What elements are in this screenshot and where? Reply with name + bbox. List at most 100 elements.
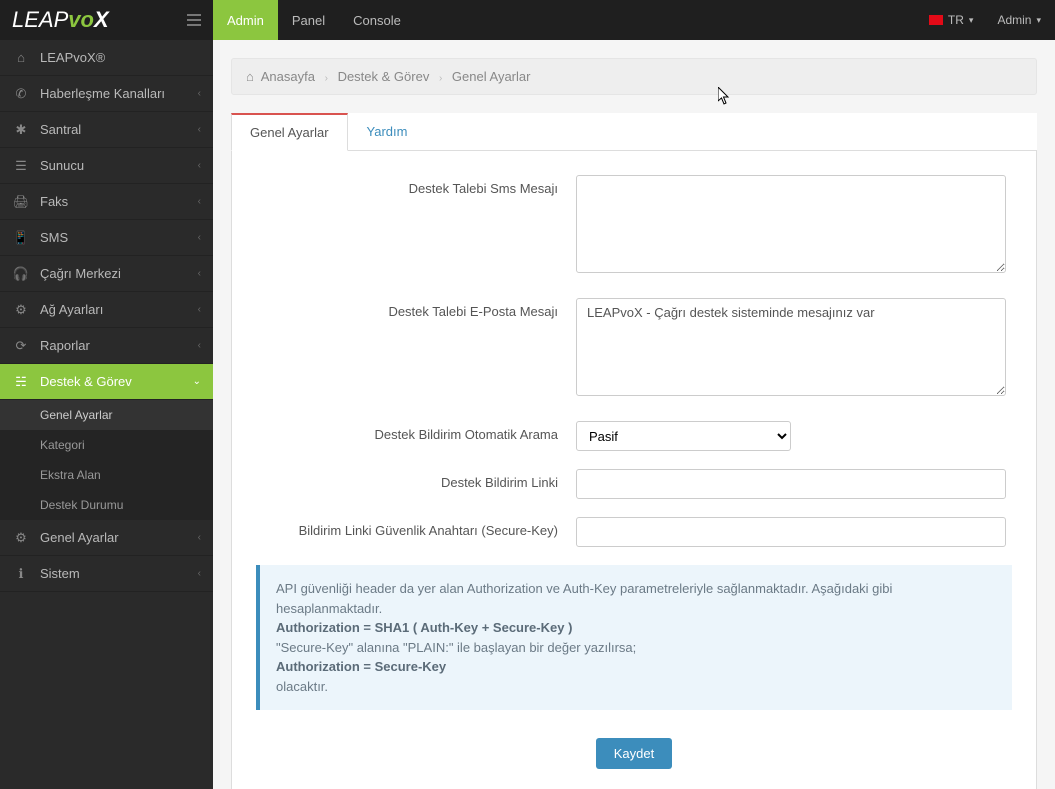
- chevron-left-icon: ‹: [198, 88, 201, 99]
- sidebar-item-label: LEAPvoX®: [40, 50, 105, 65]
- flag-icon: [929, 15, 943, 25]
- chevron-left-icon: ‹: [198, 568, 201, 579]
- topnav-console[interactable]: Console: [339, 0, 415, 40]
- sidebar-item-leapvox[interactable]: ⌂ LEAPvoX®: [0, 40, 213, 76]
- sidebar-item-callcenter[interactable]: 🎧 Çağrı Merkezi ‹: [0, 256, 213, 292]
- sidebar-item-server[interactable]: ☰ Sunucu ‹: [0, 148, 213, 184]
- logo-vo: vo: [68, 7, 94, 32]
- chevron-left-icon: ‹: [198, 124, 201, 135]
- sidebar: ⌂ LEAPvoX® ✆ Haberleşme Kanalları ‹ ✱ Sa…: [0, 40, 213, 789]
- actions: Kaydet: [256, 728, 1012, 779]
- chevron-down-icon: ▾: [1036, 15, 1041, 26]
- sidebar-item-pbx[interactable]: ✱ Santral ‹: [0, 112, 213, 148]
- chevron-down-icon: ⌄: [193, 376, 201, 387]
- breadcrumb-section[interactable]: Destek & Görev: [338, 69, 430, 84]
- row-autocall: Destek Bildirim Otomatik Arama Pasif: [256, 421, 1012, 451]
- hamburger-icon[interactable]: [187, 14, 213, 26]
- info-line-5: olacaktır.: [276, 677, 996, 697]
- home-icon: ⌂: [246, 69, 254, 84]
- user-menu[interactable]: Admin ▾: [983, 13, 1055, 27]
- label-sms: Destek Talebi Sms Mesajı: [256, 175, 576, 196]
- sidebar-item-label: Sistem: [40, 566, 80, 581]
- save-button[interactable]: Kaydet: [596, 738, 672, 769]
- chevron-left-icon: ‹: [198, 232, 201, 243]
- sidebar-item-reports[interactable]: ⟳ Raporlar ‹: [0, 328, 213, 364]
- refresh-icon: ⟳: [12, 338, 30, 354]
- sidebar-item-label: Santral: [40, 122, 81, 137]
- sidebar-item-sms[interactable]: 📱 SMS ‹: [0, 220, 213, 256]
- phone-icon: ✆: [12, 86, 30, 102]
- home-icon: ⌂: [12, 50, 30, 65]
- settings-panel: Destek Talebi Sms Mesajı Destek Talebi E…: [231, 151, 1037, 789]
- select-autocall[interactable]: Pasif: [576, 421, 791, 451]
- sidebar-item-network[interactable]: ⚙ Ağ Ayarları ‹: [0, 292, 213, 328]
- input-email[interactable]: LEAPvoX - Çağrı destek sisteminde mesajı…: [576, 298, 1006, 396]
- mobile-icon: 📱: [12, 230, 30, 246]
- sidebar-item-system[interactable]: ℹ Sistem ‹: [0, 556, 213, 592]
- sidebar-sub-status[interactable]: Destek Durumu: [0, 490, 213, 520]
- chevron-left-icon: ‹: [198, 268, 201, 279]
- topnav-admin[interactable]: Admin: [213, 0, 278, 40]
- topnav: Admin Panel Console: [213, 0, 415, 40]
- main-content: ⌂ Anasayfa › Destek & Görev › Genel Ayar…: [213, 40, 1055, 789]
- tabs: Genel Ayarlar Yardım: [231, 113, 1037, 151]
- sidebar-item-label: Sunucu: [40, 158, 84, 173]
- sidebar-item-channels[interactable]: ✆ Haberleşme Kanalları ‹: [0, 76, 213, 112]
- input-sms[interactable]: [576, 175, 1006, 273]
- breadcrumb-leaf: Genel Ayarlar: [452, 69, 531, 84]
- sidebar-sub-extra[interactable]: Ekstra Alan: [0, 460, 213, 490]
- sidebar-item-label: Ağ Ayarları: [40, 302, 103, 317]
- logo-leap: LEAP: [12, 7, 68, 32]
- row-secure: Bildirim Linki Güvenlik Anahtarı (Secure…: [256, 517, 1012, 547]
- sidebar-item-label: Çağrı Merkezi: [40, 266, 121, 281]
- topbar-right: TR ▾ Admin ▾: [919, 0, 1055, 40]
- chevron-down-icon: ▾: [969, 15, 974, 26]
- input-secure[interactable]: [576, 517, 1006, 547]
- sidebar-item-label: Faks: [40, 194, 68, 209]
- sidebar-submenu: Genel Ayarlar Kategori Ekstra Alan Deste…: [0, 400, 213, 520]
- sidebar-item-fax[interactable]: 🖨 Faks ‹: [0, 184, 213, 220]
- logo-area: LEAPvoX: [0, 0, 213, 40]
- sidebar-item-label: SMS: [40, 230, 68, 245]
- row-link: Destek Bildirim Linki: [256, 469, 1012, 499]
- breadcrumb: ⌂ Anasayfa › Destek & Görev › Genel Ayar…: [231, 58, 1037, 95]
- tasks-icon: ☵: [12, 374, 30, 390]
- topnav-panel[interactable]: Panel: [278, 0, 339, 40]
- chevron-left-icon: ‹: [198, 304, 201, 315]
- topbar: LEAPvoX Admin Panel Console TR ▾ Admin ▾: [0, 0, 1055, 40]
- sidebar-item-label: Raporlar: [40, 338, 90, 353]
- info-line-2: Authorization = SHA1 ( Auth-Key + Secure…: [276, 618, 996, 638]
- sidebar-item-label: Haberleşme Kanalları: [40, 86, 165, 101]
- network-icon: ⚙: [12, 302, 30, 318]
- user-name: Admin: [997, 13, 1031, 27]
- chevron-left-icon: ‹: [198, 196, 201, 207]
- logo[interactable]: LEAPvoX: [12, 7, 109, 33]
- language-code: TR: [948, 13, 964, 27]
- label-link: Destek Bildirim Linki: [256, 469, 576, 490]
- language-switcher[interactable]: TR ▾: [919, 13, 984, 27]
- info-line-1: API güvenliği header da yer alan Authori…: [276, 579, 996, 618]
- server-icon: ☰: [12, 158, 30, 174]
- tab-general[interactable]: Genel Ayarlar: [231, 113, 348, 151]
- headset-icon: 🎧: [12, 266, 30, 282]
- info-box: API güvenliği header da yer alan Authori…: [256, 565, 1012, 710]
- sidebar-item-label: Genel Ayarlar: [40, 530, 119, 545]
- label-email: Destek Talebi E-Posta Mesajı: [256, 298, 576, 319]
- info-line-4: Authorization = Secure-Key: [276, 657, 996, 677]
- breadcrumb-sep: ›: [439, 73, 442, 84]
- sidebar-sub-general[interactable]: Genel Ayarlar: [0, 400, 213, 430]
- breadcrumb-home[interactable]: Anasayfa: [261, 69, 315, 84]
- tab-help[interactable]: Yardım: [348, 113, 427, 151]
- info-line-3: "Secure-Key" alanına "PLAIN:" ile başlay…: [276, 638, 996, 658]
- label-autocall: Destek Bildirim Otomatik Arama: [256, 421, 576, 442]
- chevron-left-icon: ‹: [198, 340, 201, 351]
- sidebar-sub-category[interactable]: Kategori: [0, 430, 213, 460]
- fax-icon: 🖨: [12, 194, 30, 210]
- asterisk-icon: ✱: [12, 122, 30, 138]
- input-link[interactable]: [576, 469, 1006, 499]
- label-secure: Bildirim Linki Güvenlik Anahtarı (Secure…: [256, 517, 576, 538]
- logo-x: X: [94, 7, 109, 32]
- sidebar-item-settings[interactable]: ⚙ Genel Ayarlar ‹: [0, 520, 213, 556]
- gear-icon: ⚙: [12, 530, 30, 546]
- sidebar-item-support[interactable]: ☵ Destek & Görev ⌄: [0, 364, 213, 400]
